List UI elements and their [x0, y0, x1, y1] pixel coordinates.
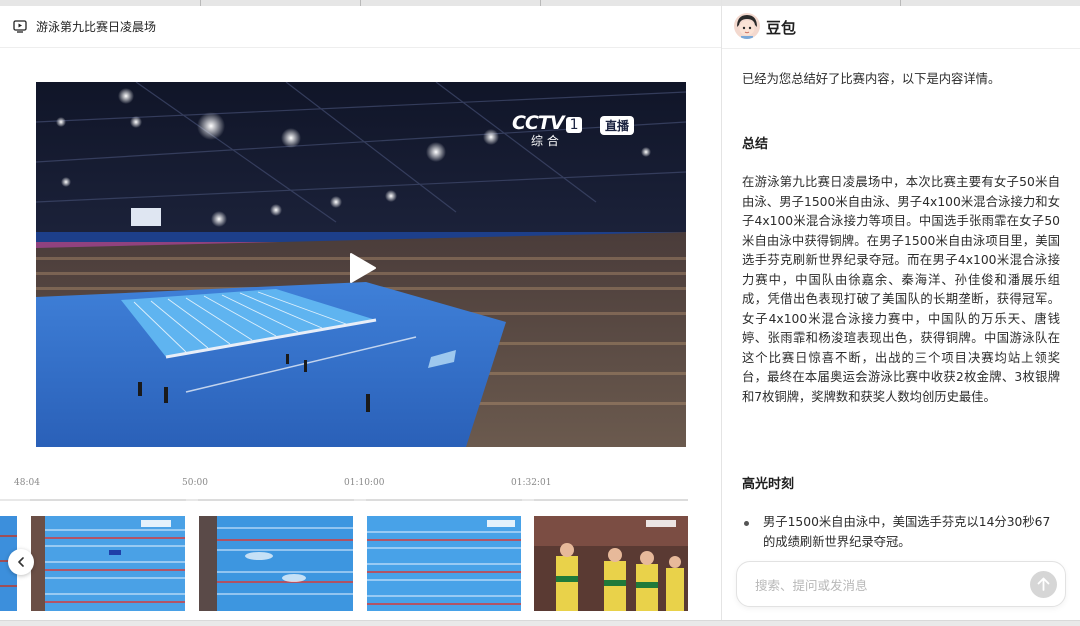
chevron-left-icon — [18, 557, 24, 567]
clip-thumbnail[interactable] — [367, 516, 521, 611]
pane-divider[interactable] — [721, 0, 722, 626]
bullet-dot — [744, 521, 749, 526]
channel-logo-text: CCTV — [512, 112, 565, 134]
assistant-avatar — [734, 13, 760, 39]
video-title: 游泳第九比赛日凌晨场 — [36, 20, 157, 34]
highlight-item: 男子1500米自由泳中，美国选手芬克以14分30秒67的成绩刷新世界纪录夺冠。 — [742, 513, 1060, 552]
video-player[interactable]: CCTV 1 综 合 直播 — [36, 82, 686, 447]
message-input-bar — [736, 561, 1066, 607]
timeline-tick: 01:10:00 — [344, 478, 385, 488]
assistant-header: 豆包 — [722, 6, 1080, 49]
clip-thumbnails — [0, 514, 721, 614]
clip-thumbnail[interactable] — [199, 516, 353, 611]
chat-messages: 已经为您总结好了比赛内容，以下是内容详情。 总结 在游泳第九比赛日凌晨场中，本次… — [742, 60, 1062, 556]
timeline-tick: 48:04 — [14, 478, 40, 488]
play-icon[interactable] — [349, 252, 377, 284]
highlights-heading: 高光时刻 — [742, 477, 795, 492]
assistant-intro: 已经为您总结好了比赛内容，以下是内容详情。 — [742, 72, 1001, 86]
arrow-up-icon — [1037, 577, 1050, 591]
summary-text: 在游泳第九比赛日凌晨场中，本次比赛主要有女子50米自由泳、男子1500米自由泳、… — [742, 175, 1060, 404]
timeline-tick: 01:32:01 — [511, 478, 552, 488]
video-screen-icon — [13, 20, 27, 33]
summary-heading: 总结 — [742, 137, 769, 152]
timeline-tick: 50:00 — [182, 478, 208, 488]
video-header: 游泳第九比赛日凌晨场 — [0, 6, 721, 48]
clip-thumbnail[interactable] — [31, 516, 185, 611]
channel-logo: CCTV 1 综 合 — [512, 112, 596, 150]
message-input[interactable] — [755, 574, 1025, 596]
channel-subtitle: 综 合 — [531, 134, 559, 148]
assistant-name: 豆包 — [766, 19, 797, 37]
previous-clips-button[interactable] — [8, 549, 34, 575]
clip-thumbnail[interactable] — [534, 516, 688, 611]
highlight-text: 男子1500米自由泳中，美国选手芬克以14分30秒67的成绩刷新世界纪录夺冠。 — [763, 515, 1051, 549]
live-badge: 直播 — [600, 116, 635, 135]
window-bottom-edge — [0, 620, 1080, 626]
timeline-segment[interactable] — [366, 499, 522, 501]
timeline-segment[interactable] — [534, 499, 688, 501]
send-button[interactable] — [1030, 571, 1057, 598]
timeline-segment[interactable] — [198, 499, 354, 501]
timeline-segment[interactable] — [30, 499, 186, 501]
channel-number: 1 — [565, 117, 583, 133]
video-timeline[interactable]: 48:04 50:00 01:10:00 01:32:01 — [0, 474, 721, 504]
